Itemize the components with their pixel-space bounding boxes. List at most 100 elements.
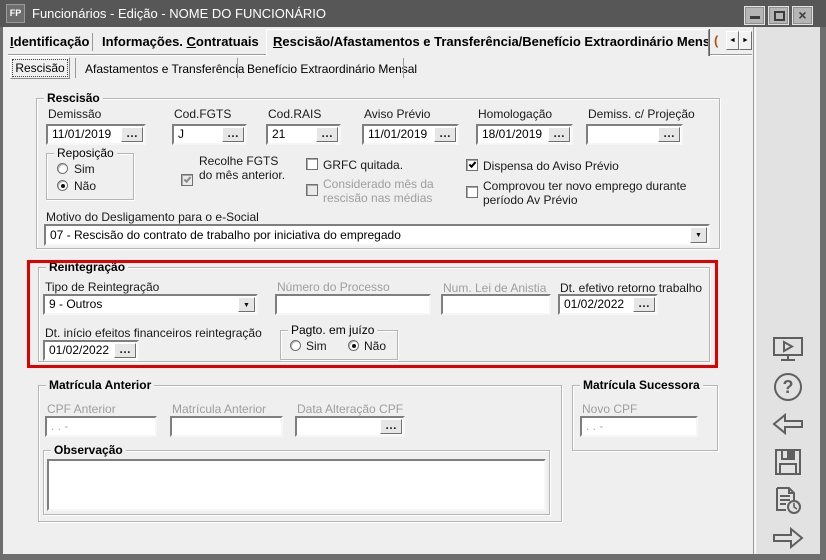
numero-processo-field[interactable] bbox=[275, 294, 431, 315]
reposicao-sim-radio[interactable] bbox=[57, 163, 68, 174]
recolhe-fgts-checkbox[interactable] bbox=[181, 174, 193, 186]
subtab-separator bbox=[75, 58, 76, 78]
aviso-previo-picker-button[interactable]: … bbox=[434, 127, 456, 142]
data-alteracao-cpf-picker-button[interactable]: … bbox=[380, 419, 402, 434]
aviso-previo-label: Aviso Prévio bbox=[364, 107, 430, 121]
dropdown-arrow-icon[interactable]: ▼ bbox=[690, 227, 707, 243]
subtab-beneficio-extraordinario[interactable]: Benefício Extraordinário Mensal bbox=[247, 59, 417, 79]
group-rescisao-legend: Rescisão bbox=[44, 91, 103, 105]
back-arrow-icon bbox=[771, 411, 805, 437]
data-alteracao-cpf-field[interactable]: … bbox=[295, 416, 405, 437]
group-observacao-legend: Observação bbox=[51, 443, 126, 457]
monitor-play-icon bbox=[771, 335, 805, 363]
window-frame-left bbox=[0, 27, 3, 560]
pagto-juizo-sim-radio[interactable] bbox=[290, 340, 301, 351]
dispensa-aviso-checkbox[interactable] bbox=[466, 159, 478, 171]
reposicao-nao-radio[interactable] bbox=[57, 180, 68, 191]
demiss-projecao-field[interactable]: … bbox=[586, 124, 683, 145]
dispensa-aviso-label[interactable]: Dispensa do Aviso Prévio bbox=[483, 159, 619, 173]
pagto-juizo-nao-radio[interactable] bbox=[348, 340, 359, 351]
matricula-anterior-label: Matrícula Anterior bbox=[172, 402, 266, 416]
app-window: FP Funcionários - Edição - NOME DO FUNCI… bbox=[0, 0, 826, 560]
pagto-juizo-nao-label[interactable]: Não bbox=[364, 339, 386, 353]
save-button[interactable] bbox=[756, 447, 820, 482]
close-button[interactable]: × bbox=[792, 6, 813, 25]
cpf-anterior-field[interactable]: . . - bbox=[45, 416, 157, 437]
subtab-separator bbox=[403, 58, 404, 78]
title-bar: FP Funcionários - Edição - NOME DO FUNCI… bbox=[0, 0, 826, 27]
demiss-projecao-picker-button[interactable]: … bbox=[658, 127, 680, 142]
homologacao-label: Homologação bbox=[478, 107, 552, 121]
novo-cpf-field[interactable]: . . - bbox=[580, 416, 698, 437]
icon-sidebar: ? bbox=[756, 27, 820, 554]
back-button[interactable] bbox=[756, 411, 820, 442]
cod-rais-picker-button[interactable]: … bbox=[316, 127, 338, 142]
subtab-rescisao[interactable]: Rescisão bbox=[10, 57, 70, 79]
reposicao-sim-label[interactable]: Sim bbox=[74, 162, 95, 176]
aviso-previo-field[interactable]: 11/01/2019 … bbox=[362, 124, 459, 145]
help-button[interactable]: ? bbox=[756, 373, 820, 401]
dt-inicio-efeitos-field[interactable]: 01/02/2022 … bbox=[43, 340, 139, 361]
demiss-projecao-label: Demiss. c/ Projeção bbox=[588, 107, 695, 121]
dt-retorno-field[interactable]: 01/02/2022 … bbox=[558, 294, 658, 315]
dt-inicio-efeitos-label: Dt. início efeitos financeiros reintegra… bbox=[45, 326, 262, 340]
numero-processo-label: Número do Processo bbox=[277, 280, 390, 294]
matricula-anterior-field[interactable] bbox=[170, 416, 283, 437]
dt-inicio-efeitos-picker-button[interactable]: … bbox=[114, 343, 136, 358]
subtab-afastamentos-transferencia[interactable]: Afastamentos e Transferência bbox=[85, 59, 244, 79]
cod-fgts-picker-button[interactable]: … bbox=[222, 127, 244, 142]
num-lei-anistia-label: Num. Lei de Anistia bbox=[443, 281, 546, 295]
grfc-quitada-checkbox[interactable] bbox=[306, 158, 318, 170]
tab-informacoes-contratuais[interactable]: Informações. Contratuais bbox=[102, 31, 259, 53]
comprovou-emprego-label[interactable]: Comprovou ter novo emprego durante perío… bbox=[483, 179, 711, 207]
observacao-textarea[interactable] bbox=[47, 459, 546, 511]
motivo-desligamento-combobox[interactable]: 07 - Rescisão do contrato de trabalho po… bbox=[44, 224, 710, 246]
arrow-left-icon: ◄ bbox=[729, 37, 736, 44]
recolhe-fgts-label[interactable]: Recolhe FGTS do mês anterior. bbox=[199, 154, 287, 182]
reposicao-nao-label[interactable]: Não bbox=[74, 179, 96, 193]
group-reposicao-legend: Reposição bbox=[54, 146, 117, 160]
tab-scroll-left-button[interactable]: ◄ bbox=[726, 31, 739, 50]
save-floppy-icon bbox=[773, 447, 803, 477]
cod-fgts-field[interactable]: J … bbox=[172, 124, 247, 145]
help-icon: ? bbox=[774, 373, 802, 401]
dropdown-arrow-icon[interactable]: ▼ bbox=[238, 297, 255, 312]
window-title: Funcionários - Edição - NOME DO FUNCIONÁ… bbox=[32, 0, 326, 27]
minimize-button[interactable] bbox=[744, 6, 765, 25]
tab-rescisao-afastamentos[interactable]: Rescisão/Afastamentos e Transferência/Be… bbox=[266, 29, 709, 56]
tipo-reintegracao-label: Tipo de Reintegração bbox=[45, 280, 159, 294]
monitor-play-button[interactable] bbox=[756, 335, 820, 368]
dt-retorno-label: Dt. efetivo retorno trabalho bbox=[560, 281, 702, 295]
maximize-icon bbox=[774, 11, 785, 21]
window-frame-bottom bbox=[0, 554, 826, 560]
group-pagto-juizo-legend: Pagto. em juízo bbox=[288, 323, 377, 337]
considerado-medias-label[interactable]: Considerado mês da rescisão nas médias bbox=[323, 177, 449, 205]
subtab-separator bbox=[237, 58, 238, 78]
tab-identificacao[interactable]: Identificação bbox=[10, 31, 89, 53]
homologacao-picker-button[interactable]: … bbox=[548, 127, 570, 142]
tipo-reintegracao-combobox[interactable]: 9 - Outros ▼ bbox=[43, 294, 258, 315]
group-reintegracao-legend: Reintegração bbox=[46, 260, 128, 274]
comprovou-emprego-checkbox[interactable] bbox=[466, 186, 478, 198]
cod-rais-label: Cod.RAIS bbox=[268, 107, 321, 121]
demissao-picker-button[interactable]: … bbox=[121, 127, 143, 142]
demissao-field[interactable]: 11/01/2019 … bbox=[46, 124, 146, 145]
arrow-right-icon: ► bbox=[742, 37, 749, 44]
considerado-medias-checkbox[interactable] bbox=[306, 184, 318, 196]
window-frame-right bbox=[820, 27, 826, 560]
data-alteracao-cpf-label: Data Alteração CPF bbox=[297, 402, 403, 416]
maximize-button[interactable] bbox=[768, 6, 789, 25]
grfc-quitada-label[interactable]: GRFC quitada. bbox=[323, 158, 403, 172]
document-refresh-icon bbox=[772, 485, 804, 515]
recalculate-document-button[interactable] bbox=[756, 485, 820, 520]
forward-button[interactable] bbox=[756, 525, 820, 556]
motivo-desligamento-label: Motivo do Desligamento para o e-Social bbox=[46, 210, 259, 224]
cpf-anterior-label: CPF Anterior bbox=[47, 402, 116, 416]
cod-rais-field[interactable]: 21 … bbox=[266, 124, 341, 145]
num-lei-anistia-field[interactable] bbox=[441, 294, 551, 315]
cod-fgts-label: Cod.FGTS bbox=[174, 107, 231, 121]
pagto-juizo-sim-label[interactable]: Sim bbox=[306, 339, 327, 353]
homologacao-field[interactable]: 18/01/2019 … bbox=[476, 124, 573, 145]
tab-scroll-right-button[interactable]: ► bbox=[739, 31, 752, 50]
dt-retorno-picker-button[interactable]: … bbox=[633, 297, 655, 312]
